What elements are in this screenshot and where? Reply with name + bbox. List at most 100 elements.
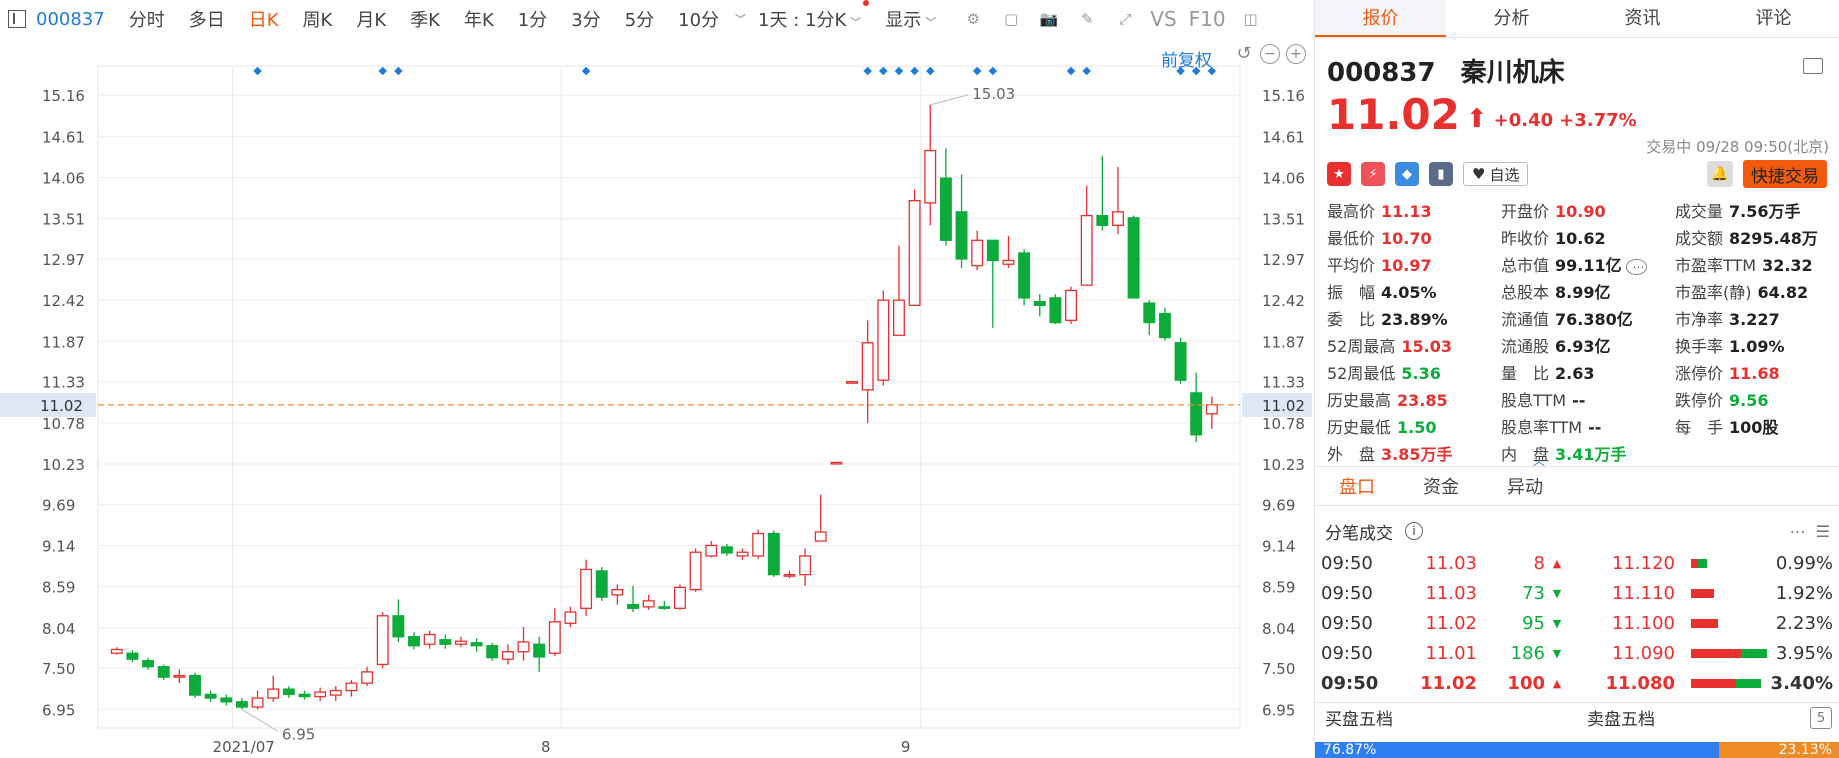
- add-watchlist-button[interactable]: ♥ 自选: [1463, 162, 1529, 186]
- period-tab-1[interactable]: 多日: [177, 6, 237, 32]
- period-tab-7[interactable]: 1分: [506, 6, 559, 32]
- period-tab-10[interactable]: 10分: [666, 6, 731, 32]
- panel-tab-1[interactable]: 分析: [1446, 0, 1577, 37]
- quote-label: 市净率: [1675, 310, 1724, 329]
- sidebar-toggle-icon[interactable]: [8, 10, 26, 28]
- stock-name: 秦川机床: [1460, 58, 1565, 88]
- quote-item: 内 盘 3.41万手: [1501, 441, 1675, 468]
- candle-body: [314, 691, 327, 698]
- panel-tab-2[interactable]: 资讯: [1577, 0, 1708, 37]
- reset-icon[interactable]: ↺: [1234, 44, 1254, 64]
- gear-icon[interactable]: ⚙: [960, 6, 986, 32]
- panel-tab-3[interactable]: 评论: [1708, 0, 1839, 37]
- candle-body: [814, 531, 827, 542]
- candle-body: [204, 693, 217, 699]
- y-tick-label-left: 6.95: [42, 701, 75, 719]
- y-tick-label-right: 14.61: [1262, 128, 1305, 146]
- pencil-icon[interactable]: ✎: [1074, 6, 1100, 32]
- menu-icon[interactable]: [1803, 58, 1823, 74]
- period-tab-8[interactable]: 3分: [559, 6, 612, 32]
- candle-body: [892, 299, 905, 336]
- candle-body: [595, 570, 608, 598]
- china-flag-icon: ★: [1327, 162, 1351, 186]
- current-price-label-right: 11.02: [1262, 397, 1305, 415]
- list-icon[interactable]: ☰: [1816, 522, 1830, 541]
- quote-item: [1675, 441, 1839, 468]
- display-menu[interactable]: 显示 ﹀: [873, 6, 948, 32]
- quote-value: 3.227: [1729, 310, 1780, 329]
- zoom-in-icon[interactable]: +: [1286, 44, 1306, 64]
- quote-label: 平均价: [1327, 256, 1376, 275]
- candle-body: [580, 568, 593, 609]
- y-tick-label-left: 10.23: [42, 456, 85, 474]
- quick-trade-button[interactable]: 快捷交易: [1743, 160, 1827, 188]
- indicator-square-icon[interactable]: ▢: [998, 6, 1024, 32]
- info-icon[interactable]: i: [1405, 522, 1423, 540]
- sub-tab-1[interactable]: 资金: [1399, 473, 1483, 499]
- f10-button[interactable]: F10: [1189, 6, 1226, 32]
- five-level-icon[interactable]: 5: [1810, 707, 1832, 729]
- period-tab-2[interactable]: 日K: [237, 6, 291, 32]
- candle-body: [235, 701, 248, 708]
- candle-body: [955, 211, 968, 260]
- period-tab-0[interactable]: 分时: [117, 6, 177, 32]
- quote-grid: 最高价 11.13 开盘价 10.90 成交量 7.56万手 最低价 10.70 昨收价 10.6…: [1315, 190, 1839, 468]
- period-tab-9[interactable]: 5分: [613, 6, 666, 32]
- buy-depth-title: 买盘五档: [1325, 710, 1393, 730]
- volume-bar: [1691, 588, 1763, 598]
- candle-body: [705, 544, 718, 557]
- quote-value: 3.41万手: [1555, 445, 1627, 464]
- panel-toggle-icon[interactable]: ◫: [1238, 6, 1264, 32]
- camera-icon[interactable]: 📷: [1036, 6, 1062, 32]
- sub-tab-0[interactable]: 盘口: [1315, 473, 1399, 499]
- y-tick-label-right: 10.23: [1262, 456, 1305, 474]
- quote-value: 7.56万手: [1729, 202, 1801, 221]
- tag-icon[interactable]: ◆: [1395, 162, 1419, 186]
- panel-tabs: 报价 分析 资讯 评论: [1315, 0, 1839, 38]
- quote-item: 股息率TTM --: [1501, 414, 1675, 441]
- panel-tab-0[interactable]: 报价: [1315, 0, 1446, 37]
- candle-body: [611, 588, 624, 596]
- stock-code-link[interactable]: 000837: [36, 9, 105, 30]
- more-icon[interactable]: ⋯: [1625, 259, 1648, 275]
- candle-body: [752, 532, 765, 557]
- tick-time: 09:50: [1321, 612, 1373, 634]
- x-tick-label: 8: [541, 738, 551, 756]
- notification-dot: [863, 0, 869, 6]
- lightning-icon[interactable]: ⚡: [1361, 162, 1385, 186]
- kline-chart-area[interactable]: 15.16 15.16 14.61 14.61 14.06 14.06 13.51 13.51…: [0, 38, 1312, 758]
- sub-tab-2[interactable]: 异动: [1483, 473, 1567, 499]
- kline-chart[interactable]: 15.16 15.16 14.61 14.61 14.06 14.06 13.51 13.51…: [0, 38, 1312, 758]
- level-price: 11.120: [1612, 552, 1675, 574]
- quote-label: 量 比: [1501, 364, 1550, 383]
- candle-body: [142, 660, 155, 668]
- y-tick-label-left: 15.16: [42, 87, 85, 105]
- level-percent: 1.92%: [1775, 582, 1833, 604]
- period-tab-4[interactable]: 月K: [344, 6, 398, 32]
- y-tick-label-left: 7.50: [42, 660, 75, 678]
- vs-compare-button[interactable]: VS: [1150, 6, 1176, 32]
- fullscreen-icon[interactable]: ⤢: [1112, 6, 1138, 32]
- quote-label: 成交量: [1675, 202, 1724, 221]
- adjust-select[interactable]: 前复权: [1161, 46, 1212, 71]
- quote-value: 10.62: [1555, 229, 1606, 248]
- period-select[interactable]: 1天 : 1分K ﹀: [746, 6, 873, 32]
- chevron-down-icon[interactable]: ﹀: [735, 11, 746, 27]
- more-icon[interactable]: ⋯: [1790, 522, 1806, 541]
- y-tick-label-right: 7.50: [1262, 660, 1295, 678]
- period-tab-5[interactable]: 季K: [398, 6, 452, 32]
- event-marker: [1082, 66, 1091, 76]
- candle-body: [345, 682, 358, 692]
- zoom-out-icon[interactable]: −: [1260, 44, 1280, 64]
- volume-bar: [1691, 558, 1763, 568]
- tick-row: 09:50 11.02 95 ▼ 11.100 2.23%: [1315, 608, 1839, 638]
- period-tab-3[interactable]: 周K: [291, 6, 345, 32]
- candle-body: [1112, 211, 1124, 226]
- period-tab-6[interactable]: 年K: [452, 6, 506, 32]
- bell-icon[interactable]: 🔔: [1707, 161, 1733, 187]
- quote-label: 成交额: [1675, 229, 1724, 248]
- tick-price: 11.03: [1425, 552, 1477, 574]
- price-change: +0.40: [1493, 110, 1554, 131]
- quote-value: 3.85万手: [1381, 445, 1453, 464]
- bookmark-icon[interactable]: ▮: [1429, 162, 1453, 186]
